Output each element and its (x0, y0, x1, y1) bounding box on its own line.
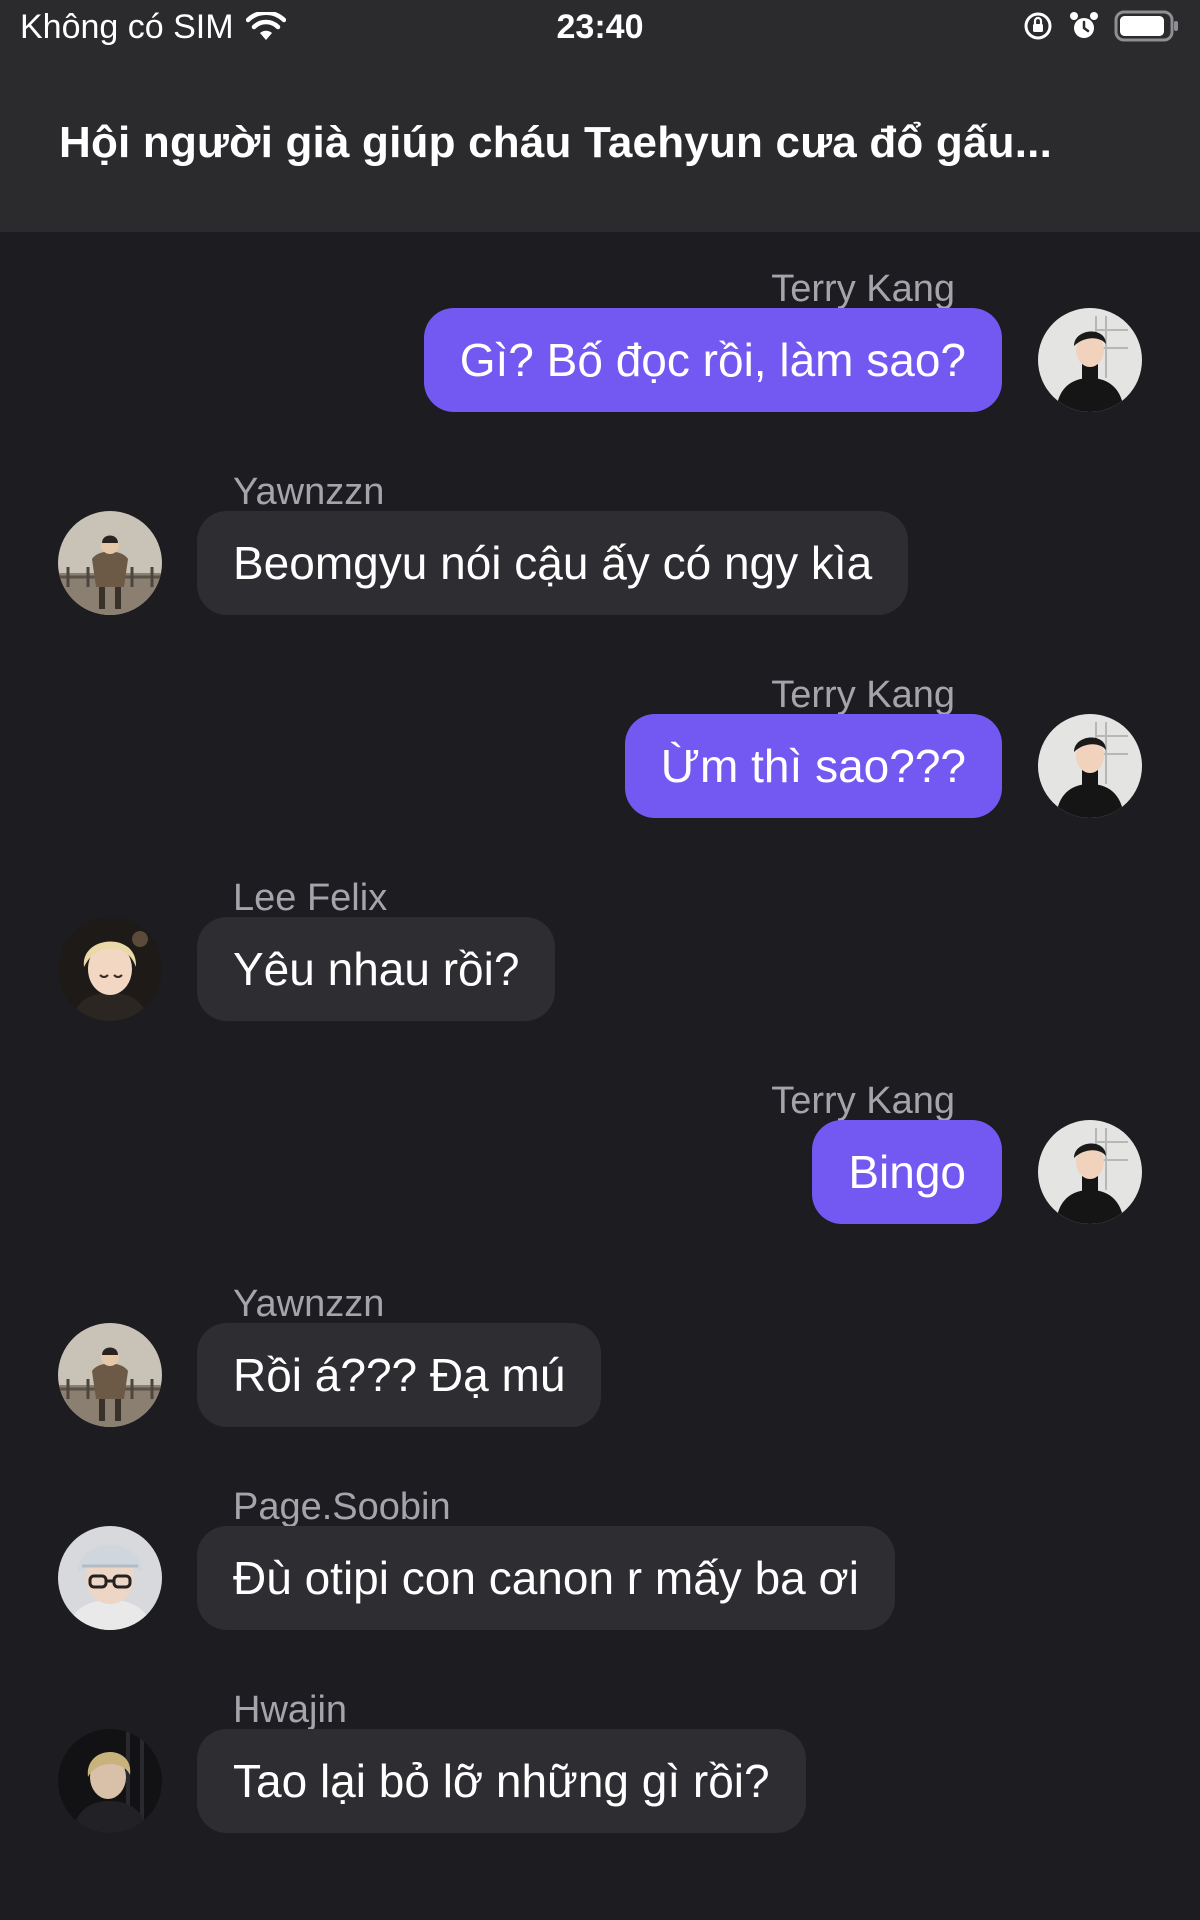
sender-name: Hwajin (233, 1689, 348, 1731)
terry-kang-avatar[interactable] (1038, 308, 1142, 412)
message-list[interactable]: Terry Kang Gì? Bố đọc rồi, làm sao? Yawn… (0, 232, 1200, 1920)
message-bubble[interactable]: Yêu nhau rồi? (197, 917, 556, 1021)
sender-name: Page.Soobin (233, 1486, 451, 1528)
terry-kang-avatar[interactable] (1038, 1120, 1142, 1224)
status-right (1022, 10, 1180, 42)
page-soobin-avatar[interactable] (58, 1526, 162, 1630)
alarm-icon (1068, 10, 1100, 42)
message-bubble[interactable]: Ừm thì sao??? (624, 714, 1002, 818)
yawnzzn-avatar[interactable] (58, 1323, 162, 1427)
message-bubble[interactable]: Beomgyu nói cậu ấy có ngy kìa (197, 511, 909, 615)
terry-kang-avatar[interactable] (1038, 714, 1142, 818)
message-bubble[interactable]: Rồi á??? Đạ mú (197, 1323, 602, 1427)
message-bubble[interactable]: Tao lại bỏ lỡ những gì rồi? (197, 1729, 806, 1833)
message-bubble[interactable]: Bingo (812, 1120, 1002, 1224)
sender-name: Terry Kang (771, 1080, 955, 1122)
battery-icon (1114, 10, 1180, 42)
status-time: 23:40 (556, 8, 644, 46)
yawnzzn-avatar[interactable] (58, 511, 162, 615)
sender-name: Lee Felix (233, 877, 388, 919)
chat-header: Hội người già giúp cháu Taehyun cưa đổ g… (0, 62, 1200, 232)
message-bubble[interactable]: Đù otipi con canon r mấy ba ơi (197, 1526, 895, 1630)
orientation-lock-icon (1022, 10, 1054, 42)
sender-name: Terry Kang (771, 268, 955, 310)
sender-name: Terry Kang (771, 674, 955, 716)
lee-felix-avatar[interactable] (58, 917, 162, 1021)
sender-name: Yawnzzn (233, 471, 385, 513)
chat-title[interactable]: Hội người già giúp cháu Taehyun cưa đổ g… (59, 118, 1139, 168)
message-bubble[interactable]: Gì? Bố đọc rồi, làm sao? (423, 308, 1002, 412)
sender-name: Yawnzzn (233, 1283, 385, 1325)
hwajin-avatar[interactable] (58, 1729, 162, 1833)
status-bar: Không có SIM 23:40 (0, 0, 1200, 62)
